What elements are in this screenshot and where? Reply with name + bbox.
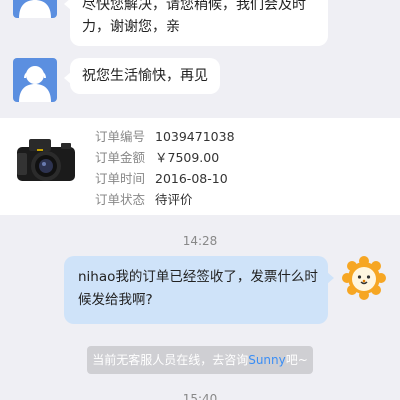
lion-avatar-icon[interactable]	[342, 256, 386, 300]
sunny-link[interactable]: Sunny	[248, 353, 286, 367]
message-timestamp: 15:40	[182, 392, 218, 400]
agent-avatar[interactable]	[13, 0, 57, 18]
agent-avatar-icon	[19, 66, 51, 102]
order-card[interactable]: 订单编号 1039471038 订单金额 ￥7509.00 订单时间 2016-…	[0, 118, 400, 215]
notice-text-suffix: 吧~	[285, 353, 308, 367]
agent-avatar-icon	[19, 0, 51, 18]
order-time-value: 2016-08-10	[155, 171, 228, 186]
notice-text: 当前无客服人员在线，去咨询	[92, 353, 249, 367]
user-message-bubble: nihao我的订单已经签收了，发票什么时候发给我啊?	[64, 256, 334, 324]
message-text-line: 尽快您解决，请您稍候，我们会及时给您处理	[82, 0, 306, 13]
order-details: 订单编号 1039471038 订单金额 ￥7509.00 订单时间 2016-…	[95, 126, 235, 210]
order-amount-label: 订单金额	[95, 150, 146, 165]
message-text-line: 力，谢谢您，亲	[82, 19, 180, 35]
camera-icon	[17, 139, 75, 181]
agent-message-bubble: 尽快您解决，请您稍候，我们会及时给您处理 力，谢谢您，亲	[64, 0, 328, 46]
order-amount-value: ￥7509.00	[155, 150, 220, 165]
order-time-row: 订单时间 2016-08-10	[95, 168, 235, 189]
order-time-label: 订单时间	[95, 171, 146, 186]
message-text: 祝您生活愉快，再见	[82, 68, 208, 84]
agent-avatar[interactable]	[13, 58, 57, 102]
order-status-value: 待评价	[155, 192, 193, 207]
message-text: nihao我的订单已经签收了，发票什么时候发给我啊?	[78, 269, 318, 308]
order-number-row: 订单编号 1039471038	[95, 126, 235, 147]
message-timestamp: 14:28	[182, 234, 218, 248]
offline-notice: 当前无客服人员在线，去咨询Sunny吧~	[87, 346, 313, 374]
agent-message-bubble: 祝您生活愉快，再见	[64, 58, 220, 94]
order-number-label: 订单编号	[95, 129, 146, 144]
order-status-row: 订单状态 待评价	[95, 189, 235, 210]
order-number-value: 1039471038	[155, 129, 235, 144]
order-status-label: 订单状态	[95, 192, 146, 207]
order-amount-row: 订单金额 ￥7509.00	[95, 147, 235, 168]
